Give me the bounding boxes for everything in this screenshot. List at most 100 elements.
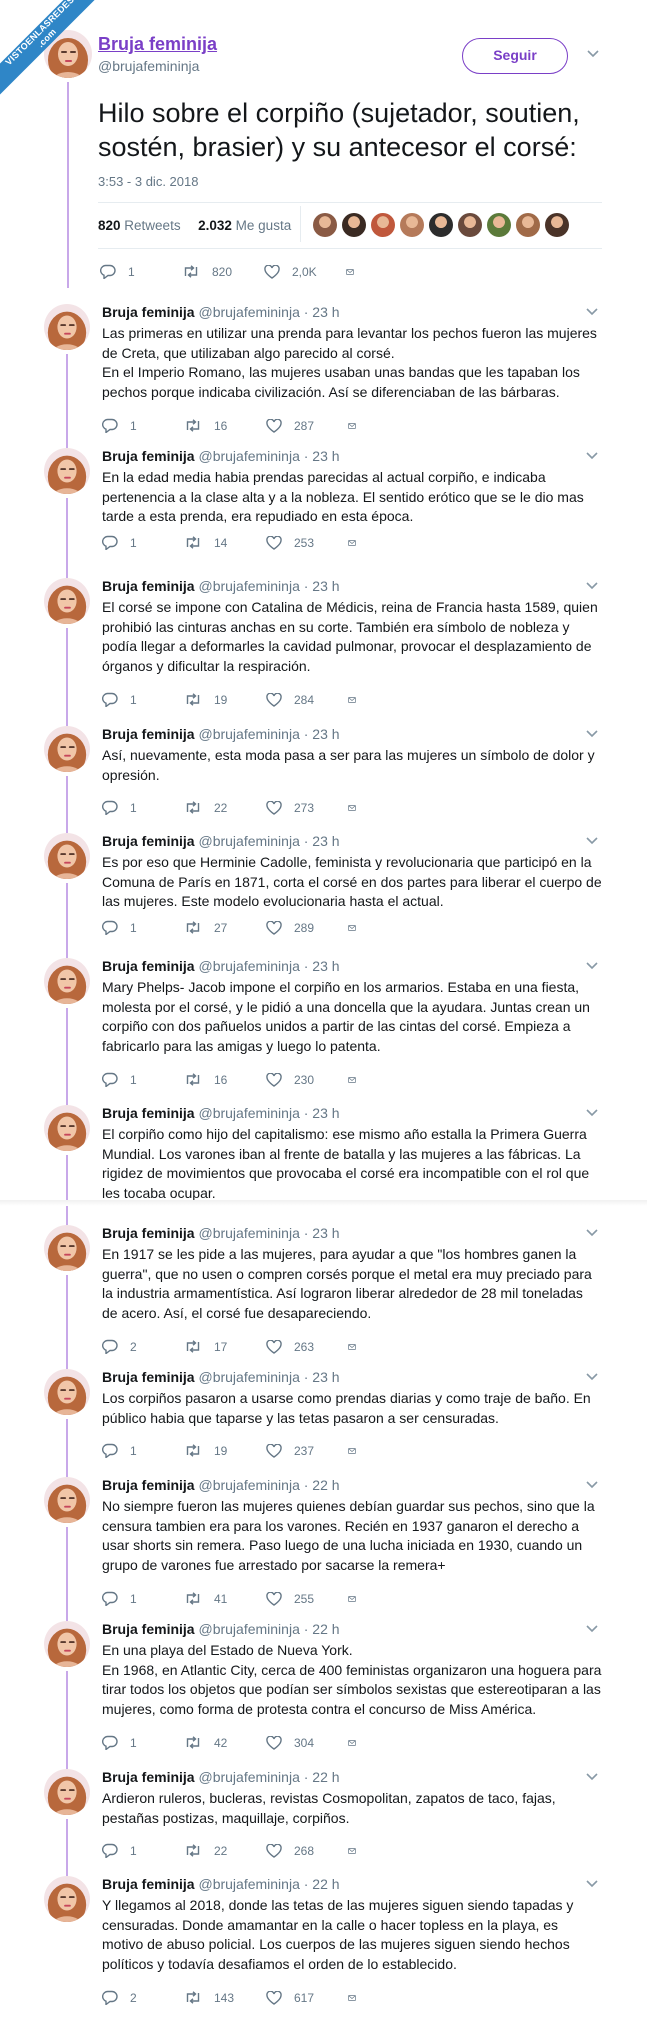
direct-message-button[interactable] [348,537,368,549]
direct-message-button[interactable] [348,922,368,934]
chevron-down-icon[interactable] [586,1625,598,1633]
author-handle[interactable]: @brujafemininja [198,1621,299,1637]
like-button[interactable]: 617 [266,1990,348,2005]
thread-tweet[interactable]: Bruja feminija @brujafemininja · 22 h No… [0,1477,647,1621]
author-handle[interactable]: @brujafemininja [198,1477,299,1493]
author-handle[interactable]: @brujafemininja [198,578,299,594]
reply-button[interactable]: 1 [102,800,184,815]
retweet-button[interactable]: 19 [184,693,266,707]
direct-message-button[interactable] [348,1992,368,2004]
retweet-button[interactable]: 16 [184,419,266,433]
direct-message-button[interactable] [346,266,366,278]
tweet-time[interactable]: · 23 h [304,833,340,849]
like-button[interactable]: 253 [266,535,348,550]
liker-avatar[interactable] [458,213,482,237]
like-button[interactable]: 284 [266,692,348,707]
liker-avatar[interactable] [371,213,395,237]
author-handle[interactable]: @brujafemininja [198,1369,299,1385]
likes-label[interactable]: Me gusta [236,218,292,233]
reply-button[interactable]: 1 [102,1591,184,1606]
like-button[interactable]: 255 [266,1591,348,1606]
like-button[interactable]: 304 [266,1735,348,1750]
chevron-down-icon[interactable] [586,1773,598,1781]
retweet-button[interactable]: 22 [184,1844,266,1858]
thread-tweet[interactable]: Bruja feminija @brujafemininja · 23 h As… [0,726,647,833]
tweet-time[interactable]: · 23 h [304,726,340,742]
liker-avatar[interactable] [516,213,540,237]
author-handle[interactable]: @brujafemininja [198,448,299,464]
liker-avatar[interactable] [487,213,511,237]
author-name[interactable]: Bruja feminija [102,304,195,320]
thread-tweet[interactable]: Bruja feminija @brujafemininja · 22 h Ar… [0,1769,647,1876]
author-name[interactable]: Bruja feminija [102,448,195,464]
retweets-label[interactable]: Retweets [124,218,180,233]
author-handle[interactable]: @brujafemininja [198,1105,299,1121]
like-button[interactable]: 273 [266,800,348,815]
direct-message-button[interactable] [348,1593,368,1605]
tweet-time[interactable]: · 23 h [304,1105,340,1121]
author-handle[interactable]: @brujafemininja [198,958,299,974]
author-handle[interactable]: @brujafemininja [198,1876,299,1892]
thread-tweet[interactable]: Bruja feminija @brujafemininja · 23 h La… [0,304,647,448]
author-name[interactable]: Bruja feminija [102,958,195,974]
author-handle[interactable]: @brujafemininja [198,833,299,849]
author-name[interactable]: Bruja feminija [102,1225,195,1241]
avatar[interactable] [44,833,90,879]
timestamp[interactable]: 3:53 - 3 dic. 2018 [98,174,198,189]
thread-tweet[interactable]: Bruja feminija @brujafemininja · 23 h En… [0,448,647,578]
avatar[interactable] [44,1621,90,1667]
tweet-time[interactable]: · 23 h [304,304,340,320]
direct-message-button[interactable] [348,694,368,706]
chevron-down-icon[interactable] [586,308,598,316]
tweet-time[interactable]: · 23 h [304,1369,340,1385]
liker-avatar[interactable] [400,213,424,237]
author-name[interactable]: Bruja feminija [98,34,217,55]
chevron-down-icon[interactable] [586,730,598,738]
retweet-button[interactable]: 14 [184,536,266,550]
author-handle[interactable]: @brujafemininja [198,1225,299,1241]
author-name[interactable]: Bruja feminija [102,1105,195,1121]
like-button[interactable]: 289 [266,920,348,935]
chevron-down-icon[interactable] [586,582,598,590]
liker-avatar[interactable] [429,213,453,237]
like-button[interactable]: 268 [266,1843,348,1858]
thread-tweet[interactable]: Bruja feminija @brujafemininja · 22 h En… [0,1621,647,1769]
like-button[interactable]: 237 [266,1443,348,1458]
direct-message-button[interactable] [348,1341,368,1353]
tweet-time[interactable]: · 23 h [304,578,340,594]
author-name[interactable]: Bruja feminija [102,726,195,742]
retweet-button[interactable]: 42 [184,1736,266,1750]
avatar[interactable] [44,578,90,624]
avatar[interactable] [44,1105,90,1151]
retweets-count[interactable]: 820 [98,218,121,233]
chevron-down-icon[interactable] [586,1373,598,1381]
thread-tweet[interactable]: Bruja feminija @brujafemininja · 22 h Y … [0,1876,647,2022]
tweet-time[interactable]: · 22 h [304,1876,340,1892]
reply-button[interactable]: 1 [100,264,182,279]
chevron-down-icon[interactable] [586,837,598,845]
avatar[interactable] [44,448,90,494]
retweet-button[interactable]: 17 [184,1340,266,1354]
avatar[interactable] [44,1369,90,1415]
thread-tweet[interactable]: Bruja feminija @brujafemininja · 23 h El… [0,578,647,726]
reply-button[interactable]: 2 [102,1339,184,1354]
chevron-down-icon[interactable] [587,50,599,58]
retweet-button[interactable]: 16 [184,1073,266,1087]
reply-button[interactable]: 2 [102,1990,184,2005]
like-button[interactable]: 2,0K [264,264,346,279]
tweet-time[interactable]: · 23 h [304,1225,340,1241]
reply-button[interactable]: 1 [102,1843,184,1858]
reply-button[interactable]: 1 [102,418,184,433]
tweet-time[interactable]: · 23 h [304,958,340,974]
direct-message-button[interactable] [348,1737,368,1749]
tweet-time[interactable]: · 23 h [304,448,340,464]
retweet-button[interactable]: 27 [184,921,266,935]
thread-tweet[interactable]: Bruja feminija @brujafemininja · 23 h En… [0,1225,647,1369]
like-button[interactable]: 230 [266,1072,348,1087]
chevron-down-icon[interactable] [586,452,598,460]
tweet-time[interactable]: · 22 h [304,1769,340,1785]
chevron-down-icon[interactable] [586,1109,598,1117]
chevron-down-icon[interactable] [586,962,598,970]
likes-count[interactable]: 2.032 [198,218,232,233]
author-handle[interactable]: @brujafemininja [198,1769,299,1785]
